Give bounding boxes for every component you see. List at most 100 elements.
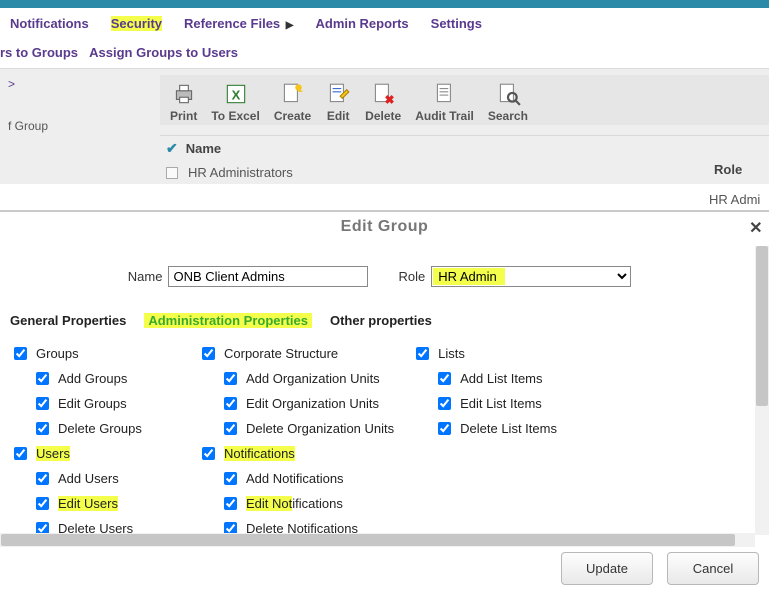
lbl-add-groups: Add Groups — [58, 371, 127, 386]
cancel-button[interactable]: Cancel — [667, 552, 759, 585]
horizontal-scroll-thumb[interactable] — [1, 534, 735, 546]
row-checkbox[interactable] — [166, 167, 178, 179]
nav-notifications[interactable]: Notifications — [10, 16, 89, 31]
row-name: HR Administrators — [188, 165, 293, 180]
role-select[interactable]: HR Admin — [431, 266, 631, 287]
lbl-edit-list: Edit List Items — [460, 396, 542, 411]
toolbar: Print X To Excel Create Edit Delete Audi… — [160, 75, 769, 125]
breadcrumb[interactable]: > — [8, 77, 152, 91]
lbl-add-list: Add List Items — [460, 371, 542, 386]
chk-lists[interactable] — [416, 347, 429, 360]
top-nav: Notifications Security Reference Files ▶… — [0, 8, 769, 39]
chk-notifications[interactable] — [202, 447, 215, 460]
audit-trail-button[interactable]: Audit Trail — [411, 79, 478, 125]
lbl-delete-ou: Delete Organization Units — [246, 421, 394, 436]
nav-settings[interactable]: Settings — [431, 16, 482, 31]
table-row[interactable]: HR Administrators — [160, 161, 769, 184]
tab-general[interactable]: General Properties — [10, 313, 126, 328]
permissions-grid: Groups Add Groups Edit Groups Delete Gro… — [10, 344, 749, 535]
delete-label: Delete — [365, 109, 401, 123]
vertical-scrollbar[interactable] — [755, 246, 769, 535]
chk-add-list[interactable] — [438, 372, 451, 385]
nav-security[interactable]: Security — [111, 16, 162, 31]
perm-col-3: Lists Add List Items Edit List Items Del… — [412, 344, 582, 535]
lbl-notifications: Notifications — [224, 446, 295, 461]
nav-reference-files-label: Reference Files — [184, 16, 280, 31]
toolbar-area: Print X To Excel Create Edit Delete Audi… — [160, 69, 769, 184]
svg-text:X: X — [231, 87, 240, 102]
chk-delete-ou[interactable] — [224, 422, 237, 435]
search-button[interactable]: Search — [484, 79, 532, 125]
printer-icon — [171, 81, 197, 107]
chk-users[interactable] — [14, 447, 27, 460]
to-excel-label: To Excel — [211, 109, 259, 123]
perm-col-1: Groups Add Groups Edit Groups Delete Gro… — [10, 344, 180, 535]
left-subtitle: f Group — [8, 119, 152, 133]
modal-title: Edit Group — [341, 218, 429, 235]
lbl-edit-users: Edit Users — [58, 496, 118, 511]
chk-corp-structure[interactable] — [202, 347, 215, 360]
chk-edit-users[interactable] — [36, 497, 49, 510]
chk-edit-notifications[interactable] — [224, 497, 237, 510]
audit-trail-label: Audit Trail — [415, 109, 474, 123]
subnav-assign-groups[interactable]: Assign Groups to Users — [89, 45, 238, 60]
to-excel-button[interactable]: X To Excel — [207, 79, 263, 125]
nav-admin-reports[interactable]: Admin Reports — [315, 16, 408, 31]
left-pane: > f Group — [0, 69, 160, 184]
lbl-add-notifications: Add Notifications — [246, 471, 344, 486]
modal-title-bar: Edit Group ✕ — [0, 212, 769, 248]
chk-add-groups[interactable] — [36, 372, 49, 385]
create-label: Create — [274, 109, 311, 123]
chk-edit-groups[interactable] — [36, 397, 49, 410]
edit-icon — [325, 81, 351, 107]
lbl-groups: Groups — [36, 346, 79, 361]
lbl-edit-ou: Edit Organization Units — [246, 396, 379, 411]
close-icon[interactable]: ✕ — [749, 218, 763, 238]
lbl-edit-groups: Edit Groups — [58, 396, 127, 411]
edit-group-modal: Edit Group ✕ Name Role HR Admin General … — [0, 210, 769, 591]
lbl-delete-groups: Delete Groups — [58, 421, 142, 436]
nav-reference-files[interactable]: Reference Files ▶ — [184, 16, 293, 31]
lbl-lists: Lists — [438, 346, 465, 361]
audit-trail-icon — [432, 81, 458, 107]
check-icon: ✔ — [166, 140, 178, 157]
col-role[interactable]: Role — [714, 162, 769, 177]
name-label: Name — [128, 269, 163, 284]
chk-edit-list[interactable] — [438, 397, 451, 410]
update-button[interactable]: Update — [561, 552, 653, 585]
chk-add-ou[interactable] — [224, 372, 237, 385]
group-name-input[interactable] — [168, 266, 368, 287]
vertical-scroll-thumb[interactable] — [756, 246, 768, 406]
horizontal-scrollbar[interactable] — [0, 533, 755, 547]
form-row: Name Role HR Admin — [10, 266, 749, 287]
subnav-assign-users[interactable]: rs to Groups — [0, 45, 78, 60]
chk-edit-ou[interactable] — [224, 397, 237, 410]
role-label: Role — [398, 269, 425, 284]
col-name[interactable]: Name — [186, 141, 221, 156]
edit-button[interactable]: Edit — [321, 79, 355, 125]
lbl-edit-notifications: Edit Notifications — [246, 496, 343, 511]
chk-delete-groups[interactable] — [36, 422, 49, 435]
perm-col-2: Corporate Structure Add Organization Uni… — [198, 344, 394, 535]
tab-administration[interactable]: Administration Properties — [144, 313, 312, 328]
print-label: Print — [170, 109, 197, 123]
chk-delete-list[interactable] — [438, 422, 451, 435]
delete-button[interactable]: Delete — [361, 79, 405, 125]
lbl-users: Users — [36, 446, 70, 461]
excel-icon: X — [223, 81, 249, 107]
lbl-edit-notifications-hl: Edit Not — [246, 496, 292, 511]
app-top-bar — [0, 0, 769, 8]
lbl-add-ou: Add Organization Units — [246, 371, 380, 386]
print-button[interactable]: Print — [166, 79, 201, 125]
create-button[interactable]: Create — [270, 79, 315, 125]
workspace: > f Group Print X To Excel Create Edit — [0, 68, 769, 184]
lbl-delete-list: Delete List Items — [460, 421, 557, 436]
chk-groups[interactable] — [14, 347, 27, 360]
tab-other[interactable]: Other properties — [330, 313, 432, 328]
chk-add-notifications[interactable] — [224, 472, 237, 485]
create-icon — [279, 81, 305, 107]
chk-add-users[interactable] — [36, 472, 49, 485]
chevron-right-icon: ▶ — [286, 20, 294, 31]
modal-body: Name Role HR Admin General Properties Ad… — [0, 246, 755, 535]
search-label: Search — [488, 109, 528, 123]
